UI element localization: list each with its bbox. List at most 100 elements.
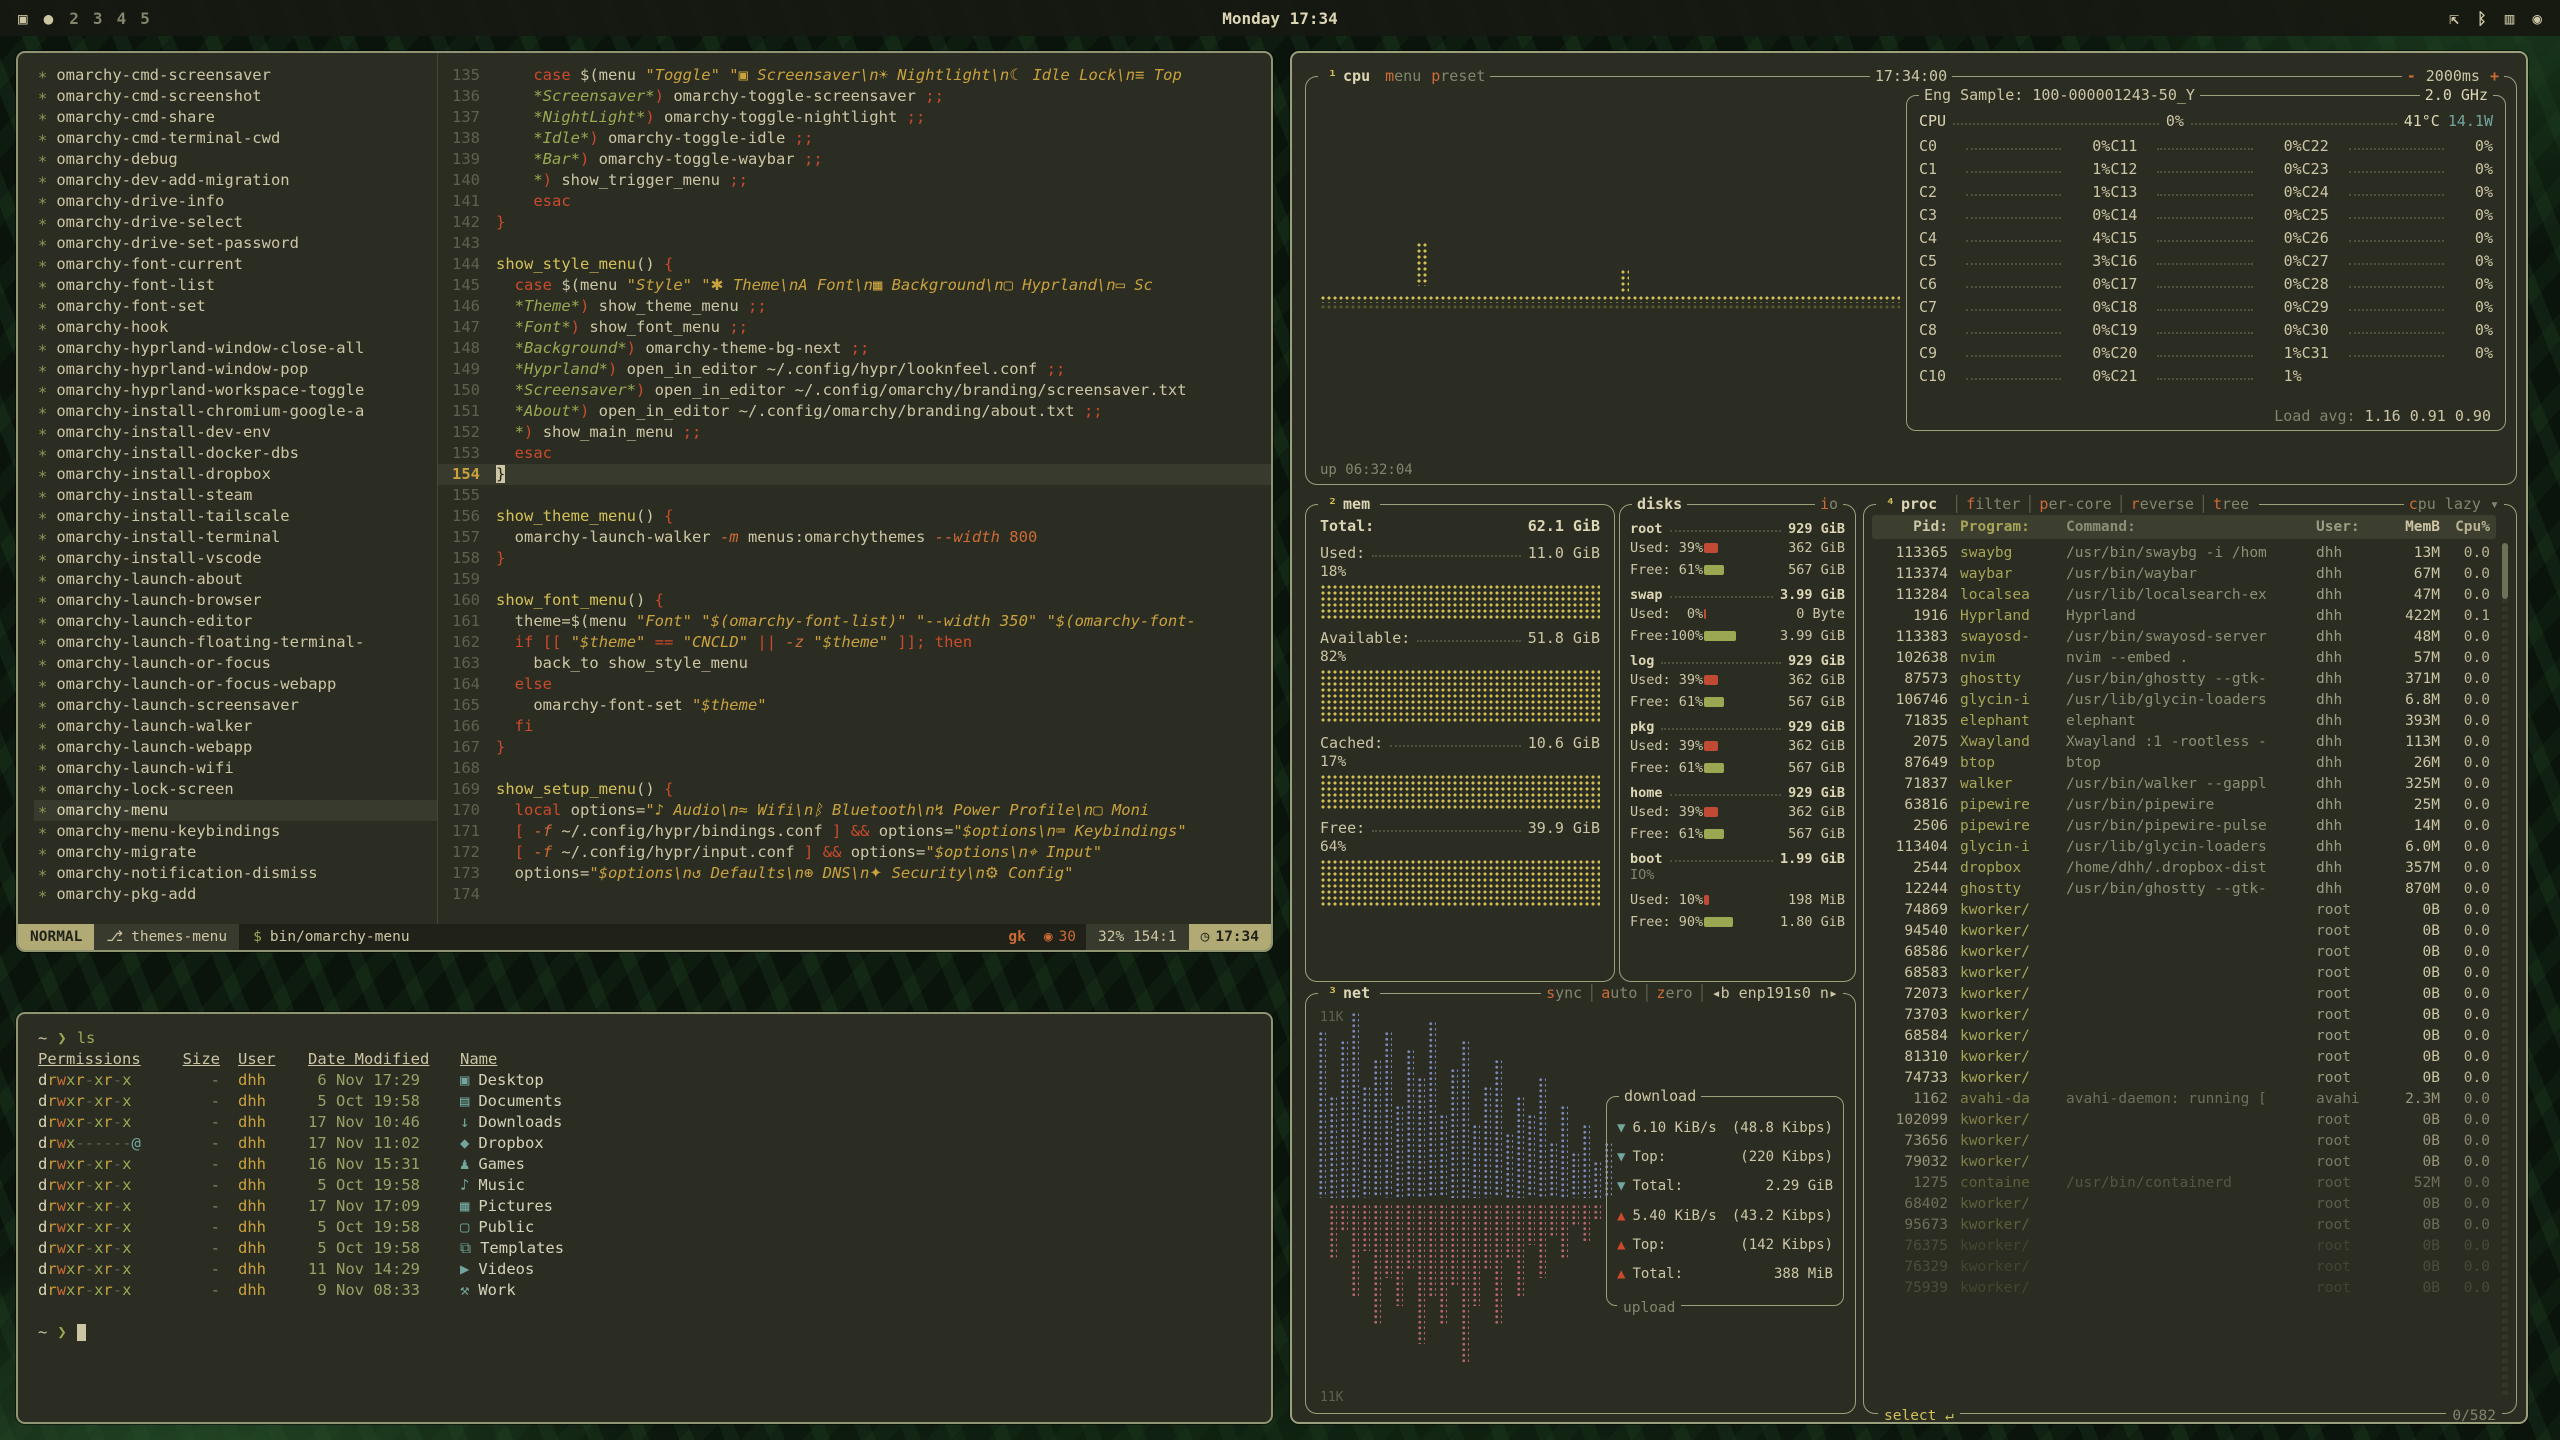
proc-row[interactable]: 71837walker/usr/bin/walker --gappldhh325… (1872, 774, 2496, 795)
file-item[interactable]: ∗omarchy-install-dev-env (34, 422, 437, 443)
file-item[interactable]: ∗omarchy-cmd-screenshot (34, 86, 437, 107)
workspace-button[interactable]: 4 (117, 9, 127, 28)
proc-header-cpu[interactable]: Cpu% (2440, 519, 2496, 535)
proc-filter-button[interactable]: filter (1961, 494, 2025, 514)
file-item[interactable]: ∗omarchy-launch-or-focus (34, 653, 437, 674)
file-item[interactable]: ∗omarchy-debug (34, 149, 437, 170)
proc-row[interactable]: 87573ghostty/usr/bin/ghostty --gtk-dhh37… (1872, 669, 2496, 690)
code-line[interactable]: 165 omarchy-font-set "$theme" (438, 695, 1271, 716)
code-line[interactable]: 171 [ -f ~/.config/hypr/bindings.conf ] … (438, 821, 1271, 842)
proc-row[interactable]: 1275containe/usr/bin/containerdroot52M0.… (1872, 1173, 2496, 1194)
proc-row[interactable]: 113284localsea/usr/lib/localsearch-exdhh… (1872, 585, 2496, 606)
proc-row[interactable]: 76329kworker/root0B0.0 (1872, 1257, 2496, 1278)
proc-row[interactable]: 113365swaybg/usr/bin/swaybg -i /homdhh13… (1872, 543, 2496, 564)
code-line[interactable]: 145 case $(menu "Style" "✱ Theme\nA Font… (438, 275, 1271, 296)
code-line[interactable]: 137 *NightLight*) omarchy-toggle-nightli… (438, 107, 1271, 128)
proc-row[interactable]: 74733kworker/root0B0.0 (1872, 1068, 2496, 1089)
file-item[interactable]: ∗omarchy-pkg-add (34, 884, 437, 905)
code-line[interactable]: 159 (438, 569, 1271, 590)
bluetooth-icon[interactable]: ᛒ (2477, 9, 2487, 28)
file-item[interactable]: ∗omarchy-menu-keybindings (34, 821, 437, 842)
proc-row[interactable]: 113404glycin-i/usr/lib/glycin-loadersdhh… (1872, 837, 2496, 858)
code-line[interactable]: 164 else (438, 674, 1271, 695)
code-line[interactable]: 170 local options="♪ Audio\n≈ Wifi\nᛒ Bl… (438, 800, 1271, 821)
file-item[interactable]: ∗omarchy-hyprland-window-pop (34, 359, 437, 380)
file-item[interactable]: ∗omarchy-install-dropbox (34, 464, 437, 485)
proc-header-row[interactable]: Pid:Program:Command:User:MemBCpu% (1872, 515, 2496, 539)
file-item[interactable]: ∗omarchy-hook (34, 317, 437, 338)
diagnostics-badge[interactable]: ◉ 30 (1034, 929, 1086, 945)
proc-row[interactable]: 63816pipewire/usr/bin/pipewiredhh25M0.0 (1872, 795, 2496, 816)
code-line[interactable]: 150 *Screensaver*) open_in_editor ~/.con… (438, 380, 1271, 401)
code-line[interactable]: 139 *Bar*) omarchy-toggle-waybar ;; (438, 149, 1271, 170)
proc-row[interactable]: 68583kworker/root0B0.0 (1872, 963, 2496, 984)
code-line[interactable]: 135 case $(menu "Toggle" "▣ Screensaver\… (438, 65, 1271, 86)
code-line[interactable]: 140 *) show_trigger_menu ;; (438, 170, 1271, 191)
code-line[interactable]: 136 *Screensaver*) omarchy-toggle-screen… (438, 86, 1271, 107)
active-app-icon[interactable]: ▣ (18, 9, 28, 28)
proc-row[interactable]: 106746glycin-i/usr/lib/glycin-loadersdhh… (1872, 690, 2496, 711)
code-line[interactable]: 163 back_to show_style_menu (438, 653, 1271, 674)
proc-row[interactable]: 68584kworker/root0B0.0 (1872, 1026, 2496, 1047)
net-auto-button[interactable]: auto (1596, 983, 1642, 1003)
cpu-usage-icon[interactable]: ▥ (2505, 9, 2515, 28)
power-icon[interactable]: ◉ (2532, 9, 2542, 28)
file-item[interactable]: ∗omarchy-drive-select (34, 212, 437, 233)
proc-row[interactable]: 95673kworker/root0B0.0 (1872, 1215, 2496, 1236)
proc-row[interactable]: 12244ghostty/usr/bin/ghostty --gtk-dhh87… (1872, 879, 2496, 900)
proc-header-program[interactable]: Program: (1948, 519, 2054, 535)
proc-scrollbar-thumb[interactable] (2502, 543, 2508, 599)
file-item[interactable]: ∗omarchy-launch-screensaver (34, 695, 437, 716)
file-item[interactable]: ∗omarchy-launch-wifi (34, 758, 437, 779)
workspace-button[interactable]: 2 (69, 9, 79, 28)
file-item[interactable]: ∗omarchy-lock-screen (34, 779, 437, 800)
proc-row[interactable]: 72073kworker/root0B0.0 (1872, 984, 2496, 1005)
code-line[interactable]: 167} (438, 737, 1271, 758)
proc-row[interactable]: 79032kworker/root0B0.0 (1872, 1152, 2496, 1173)
code-line[interactable]: 141 esac (438, 191, 1271, 212)
proc-row[interactable]: 2506pipewire/usr/bin/pipewire-pulsedhh14… (1872, 816, 2496, 837)
menu-button[interactable]: menu (1380, 66, 1426, 86)
proc-row[interactable]: 113374waybar/usr/bin/waybardhh67M0.0 (1872, 564, 2496, 585)
code-line[interactable]: 173 options="$options\n↺ Defaults\n⊕ DNS… (438, 863, 1271, 884)
code-line[interactable]: 166 fi (438, 716, 1271, 737)
code-line[interactable]: 138 *Idle*) omarchy-toggle-idle ;; (438, 128, 1271, 149)
interval-increase-button[interactable]: + (2485, 66, 2504, 86)
code-line[interactable]: 162 if [[ "$theme" == "CNCLD" || -z "$th… (438, 632, 1271, 653)
code-line[interactable]: 154} (438, 464, 1271, 485)
net-sync-button[interactable]: sync (1541, 983, 1587, 1003)
net-zero-button[interactable]: zero (1651, 983, 1697, 1003)
proc-row[interactable]: 102638nvimnvim --embed .dhh57M0.0 (1872, 648, 2496, 669)
code-line[interactable]: 147 *Font*) show_font_menu ;; (438, 317, 1271, 338)
proc-header-command[interactable]: Command: (2054, 519, 2316, 535)
proc-scrollbar[interactable] (2502, 543, 2508, 1399)
code-line[interactable]: 169show_setup_menu() { (438, 779, 1271, 800)
proc-row[interactable]: 76375kworker/root0B0.0 (1872, 1236, 2496, 1257)
proc-reverse-button[interactable]: reverse (2126, 494, 2199, 514)
proc-sort-mode[interactable]: cpu lazy ▾ (2404, 494, 2504, 514)
code-line[interactable]: 151 *About*) open_in_editor ~/.config/om… (438, 401, 1271, 422)
file-item[interactable]: ∗omarchy-drive-info (34, 191, 437, 212)
proc-tree-button[interactable]: tree (2208, 494, 2254, 514)
proc-per-core-button[interactable]: per-core (2034, 494, 2116, 514)
file-item[interactable]: ∗omarchy-cmd-share (34, 107, 437, 128)
file-item[interactable]: ∗omarchy-cmd-screensaver (34, 65, 437, 86)
code-line[interactable]: 172 [ -f ~/.config/hypr/input.conf ] && … (438, 842, 1271, 863)
code-line[interactable]: 146 *Theme*) show_theme_menu ;; (438, 296, 1271, 317)
code-line[interactable]: 144show_style_menu() { (438, 254, 1271, 275)
net-interface-label[interactable]: ◂b enp191s0 n▸ (1707, 983, 1843, 1003)
file-item[interactable]: ∗omarchy-hyprland-workspace-toggle (34, 380, 437, 401)
file-item[interactable]: ∗omarchy-cmd-terminal-cwd (34, 128, 437, 149)
file-item[interactable]: ∗omarchy-install-steam (34, 485, 437, 506)
proc-row[interactable]: 102099kworker/root0B0.0 (1872, 1110, 2496, 1131)
proc-row[interactable]: 73703kworker/root0B0.0 (1872, 1005, 2496, 1026)
proc-row[interactable]: 1916HyprlandHyprlanddhh422M0.1 (1872, 606, 2496, 627)
prompt-line[interactable]: ~ ❯ (38, 1322, 1251, 1343)
code-line[interactable]: 157 omarchy-launch-walker -m menus:omarc… (438, 527, 1271, 548)
disks-io-toggle[interactable]: io (1815, 494, 1843, 514)
proc-row[interactable]: 71835elephantelephantdhh393M0.0 (1872, 711, 2496, 732)
file-item[interactable]: ∗omarchy-install-terminal (34, 527, 437, 548)
preset-button[interactable]: preset (1426, 66, 1490, 86)
code-line[interactable]: 152 *) show_main_menu ;; (438, 422, 1271, 443)
workspace-button[interactable]: 3 (93, 9, 103, 28)
